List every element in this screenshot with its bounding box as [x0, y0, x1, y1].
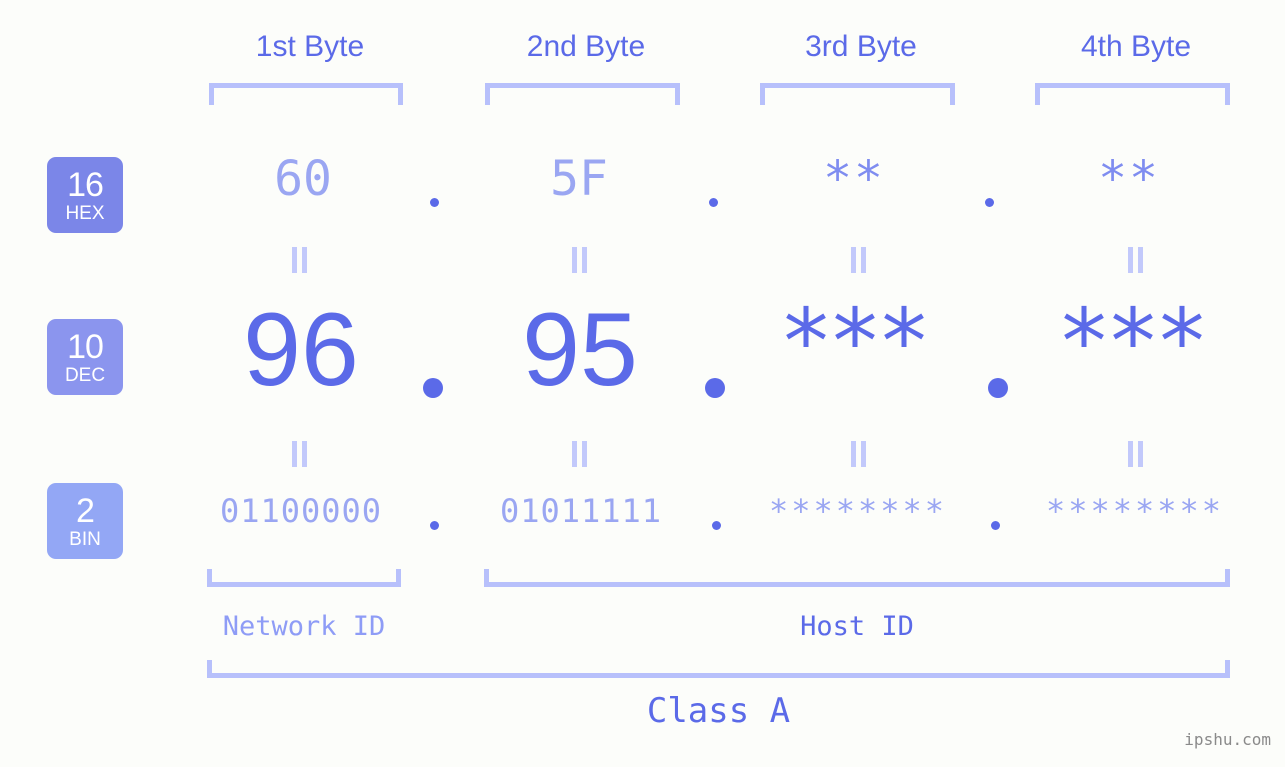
base-badge-hex-number: 16 — [67, 165, 104, 204]
hex-byte-2: 5F — [550, 151, 608, 207]
dec-byte-3: *** — [783, 290, 931, 395]
bin-byte-3: ******** — [768, 492, 948, 530]
byte-header-2: 2nd Byte — [526, 30, 646, 63]
hex-separator-dot-2 — [709, 198, 718, 207]
base-badge-bin-name: BIN — [69, 528, 101, 550]
dec-separator-dot-3 — [988, 378, 1008, 398]
equals-mark-dec-bin-2 — [572, 441, 588, 467]
equals-mark-dec-bin-3 — [851, 441, 867, 467]
bin-separator-dot-2 — [712, 521, 721, 530]
equals-mark-hex-dec-4 — [1128, 247, 1144, 273]
site-watermark: ipshu.com — [1184, 730, 1271, 749]
base-badge-dec-name: DEC — [64, 364, 106, 386]
equals-mark-dec-bin-1 — [292, 441, 308, 467]
base-badge-bin: 2 BIN — [47, 483, 123, 559]
bin-byte-2: 01011111 — [499, 492, 663, 530]
base-badge-hex-name: HEX — [65, 202, 105, 224]
class-label: Class A — [646, 691, 791, 731]
byte-top-bracket-4 — [1035, 83, 1230, 105]
bin-byte-4: ******** — [1045, 492, 1225, 530]
hex-byte-1: 60 — [274, 151, 332, 207]
host-id-bracket — [484, 569, 1230, 587]
class-bracket — [207, 660, 1230, 678]
hex-byte-4: ** — [1098, 151, 1160, 207]
bin-byte-1: 01100000 — [219, 492, 383, 530]
dec-byte-2: 95 — [522, 292, 638, 408]
hex-separator-dot-3 — [985, 198, 994, 207]
byte-header-4: 4th Byte — [1080, 30, 1192, 63]
ip-byte-breakdown-diagram: 1st Byte 2nd Byte 3rd Byte 4th Byte 16 H… — [0, 0, 1285, 767]
byte-top-bracket-3 — [760, 83, 955, 105]
base-badge-hex: 16 HEX — [47, 157, 123, 233]
dec-byte-1: 96 — [243, 292, 359, 408]
dec-byte-4: *** — [1061, 290, 1209, 395]
byte-header-3: 3rd Byte — [805, 30, 917, 63]
dec-separator-dot-2 — [705, 378, 725, 398]
network-id-bracket — [207, 569, 401, 587]
equals-mark-hex-dec-2 — [572, 247, 588, 273]
byte-top-bracket-2 — [485, 83, 680, 105]
network-id-label: Network ID — [222, 611, 386, 642]
equals-mark-hex-dec-3 — [851, 247, 867, 273]
hex-byte-3: ** — [823, 151, 885, 207]
hex-separator-dot-1 — [430, 198, 439, 207]
base-badge-dec: 10 DEC — [47, 319, 123, 395]
byte-top-bracket-1 — [209, 83, 403, 105]
bin-separator-dot-1 — [430, 521, 439, 530]
byte-header-1: 1st Byte — [255, 30, 365, 63]
host-id-label: Host ID — [800, 611, 914, 642]
base-badge-bin-number: 2 — [76, 491, 95, 530]
equals-mark-dec-bin-4 — [1128, 441, 1144, 467]
bin-separator-dot-3 — [991, 521, 1000, 530]
equals-mark-hex-dec-1 — [292, 247, 308, 273]
dec-separator-dot-1 — [423, 378, 443, 398]
base-badge-dec-number: 10 — [67, 327, 104, 366]
